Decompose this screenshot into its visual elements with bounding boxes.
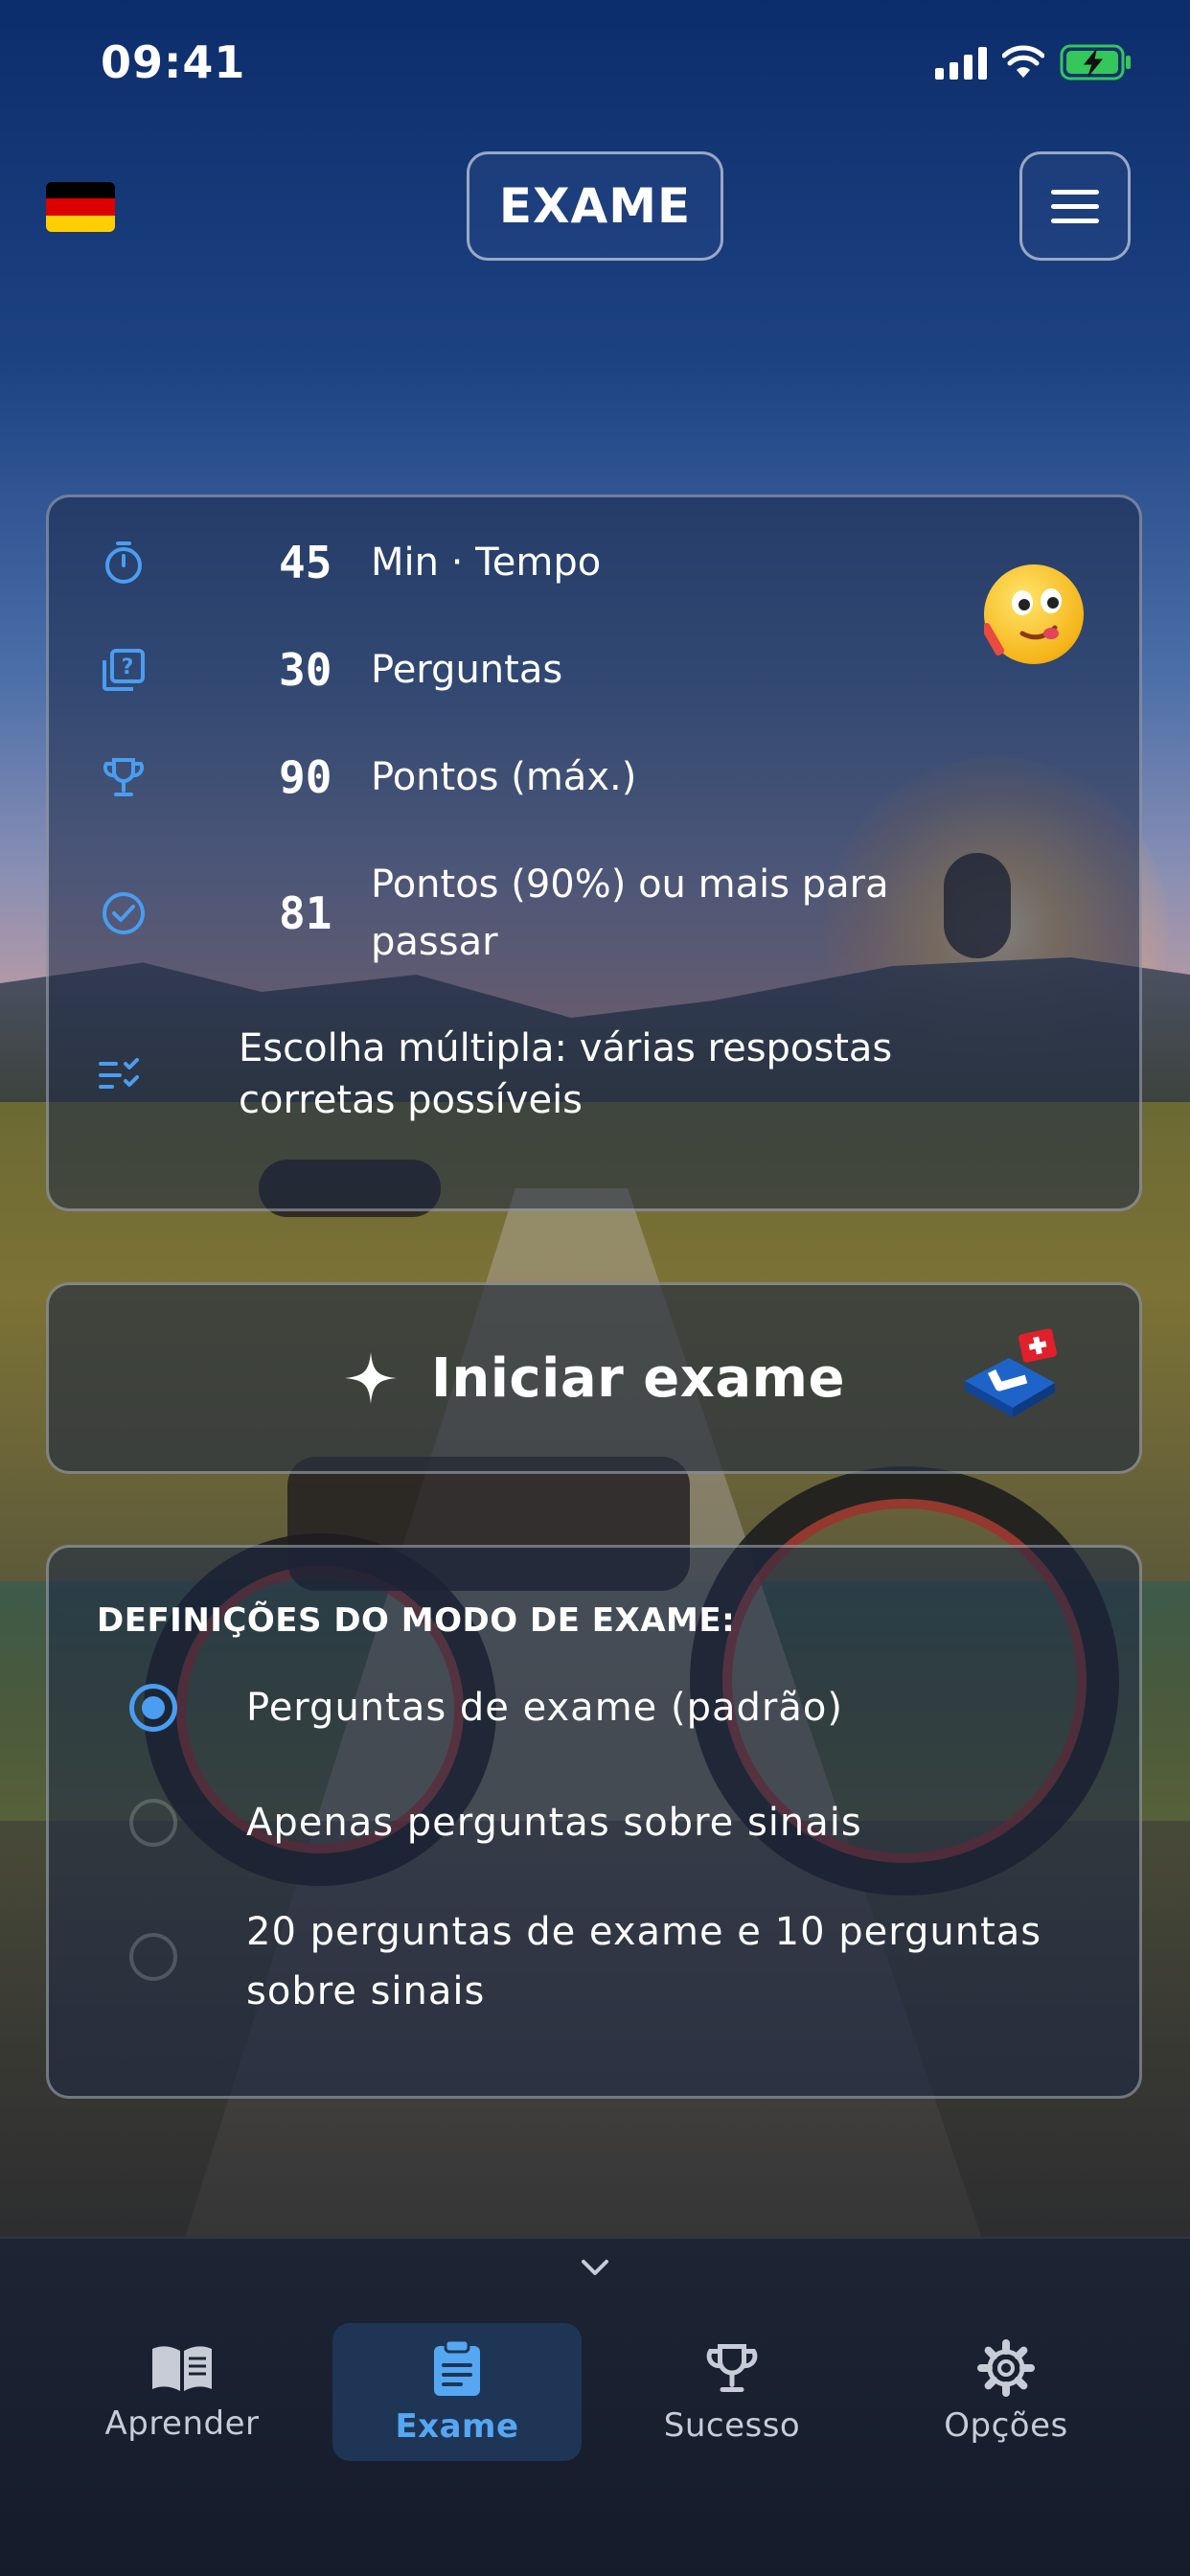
info-row-multiple-choice: Escolha múltipla: várias respostas corre… [99,1023,892,1128]
germany-flag-icon[interactable] [46,182,115,232]
tab-success[interactable]: Sucesso [607,2323,857,2461]
status-bar: 09:41 [0,0,1190,125]
status-time: 09:41 [101,36,246,88]
tab-learn-label: Aprender [104,2404,260,2443]
tab-exam[interactable]: Exame [332,2323,582,2461]
time-label: Min · Tempo [371,540,602,585]
exam-mode-settings-card: DEFINIÇÕES DO MODO DE EXAME: Perguntas d… [46,1545,1142,2099]
radio-unselected[interactable] [129,1933,177,1981]
info-row-questions: ? 30 Perguntas [99,641,562,699]
tab-options[interactable]: Opções [881,2323,1131,2461]
question-card-icon: ? [99,645,149,695]
radio-unselected[interactable] [129,1799,177,1847]
info-row-points: 90 Pontos (máx.) [99,748,636,806]
start-exam-button[interactable]: Iniciar exame [46,1282,1142,1474]
option-label: Apenas perguntas sobre sinais [246,1801,862,1845]
option-signs-only[interactable]: Apenas perguntas sobre sinais [49,1793,1139,1854]
tab-options-label: Opções [944,2406,1068,2445]
thinking-emoji-icon [980,564,1084,664]
stopwatch-icon [99,538,149,587]
option-mixed[interactable]: 20 perguntas de exame e 10 perguntas sob… [49,1902,1139,2027]
tab-learn[interactable]: Aprender [57,2323,307,2461]
option-label: 20 perguntas de exame e 10 perguntas sob… [246,1910,1042,2013]
option-label: Perguntas de exame (padrão) [246,1686,843,1730]
sparkle-icon [345,1352,398,1404]
tab-exam-label: Exame [395,2407,519,2446]
questions-value: 30 [279,644,332,696]
tab-success-label: Sucesso [663,2406,801,2445]
option-exam-questions[interactable]: Perguntas de exame (padrão) [49,1678,1139,1739]
pass-points-label: Pontos (90%) ou mais para passar [371,862,889,964]
trophy-icon [706,2344,758,2392]
page-title: EXAME [498,178,692,234]
pass-points-value: 81 [279,887,332,939]
info-row-pass: 81 Pontos (90%) ou mais para passar [99,854,889,973]
radio-selected[interactable] [129,1684,177,1732]
info-row-time: 45 Min · Tempo [99,534,601,591]
svg-text:?: ? [122,656,134,679]
max-points-value: 90 [279,751,332,803]
wifi-icon [1002,45,1044,78]
swiss-license-logo-icon [965,1328,1057,1417]
check-circle-icon [99,888,149,938]
battery-charging-icon [1060,44,1131,80]
settings-title: DEFINIÇÕES DO MODO DE EXAME: [97,1601,736,1640]
gear-icon [977,2339,1035,2397]
cellular-signal-icon [935,45,987,80]
chevron-down-icon[interactable] [580,2252,610,2283]
page-title-button[interactable]: EXAME [467,151,723,261]
multiple-choice-text: Escolha múltipla: várias respostas corre… [239,1026,893,1122]
exam-info-card: 45 Min · Tempo ? 30 Perguntas 90 Pontos … [46,494,1142,1211]
questions-label: Perguntas [371,648,563,692]
open-book-icon [152,2346,212,2391]
time-value: 45 [279,537,332,588]
trophy-icon [99,752,149,802]
hamburger-icon [1051,189,1099,195]
clipboard-icon [434,2338,480,2396]
start-exam-label: Iniciar exame [431,1346,845,1410]
max-points-label: Pontos (máx.) [371,755,637,799]
menu-button[interactable] [1019,151,1131,261]
checklist-icon [99,1050,149,1100]
